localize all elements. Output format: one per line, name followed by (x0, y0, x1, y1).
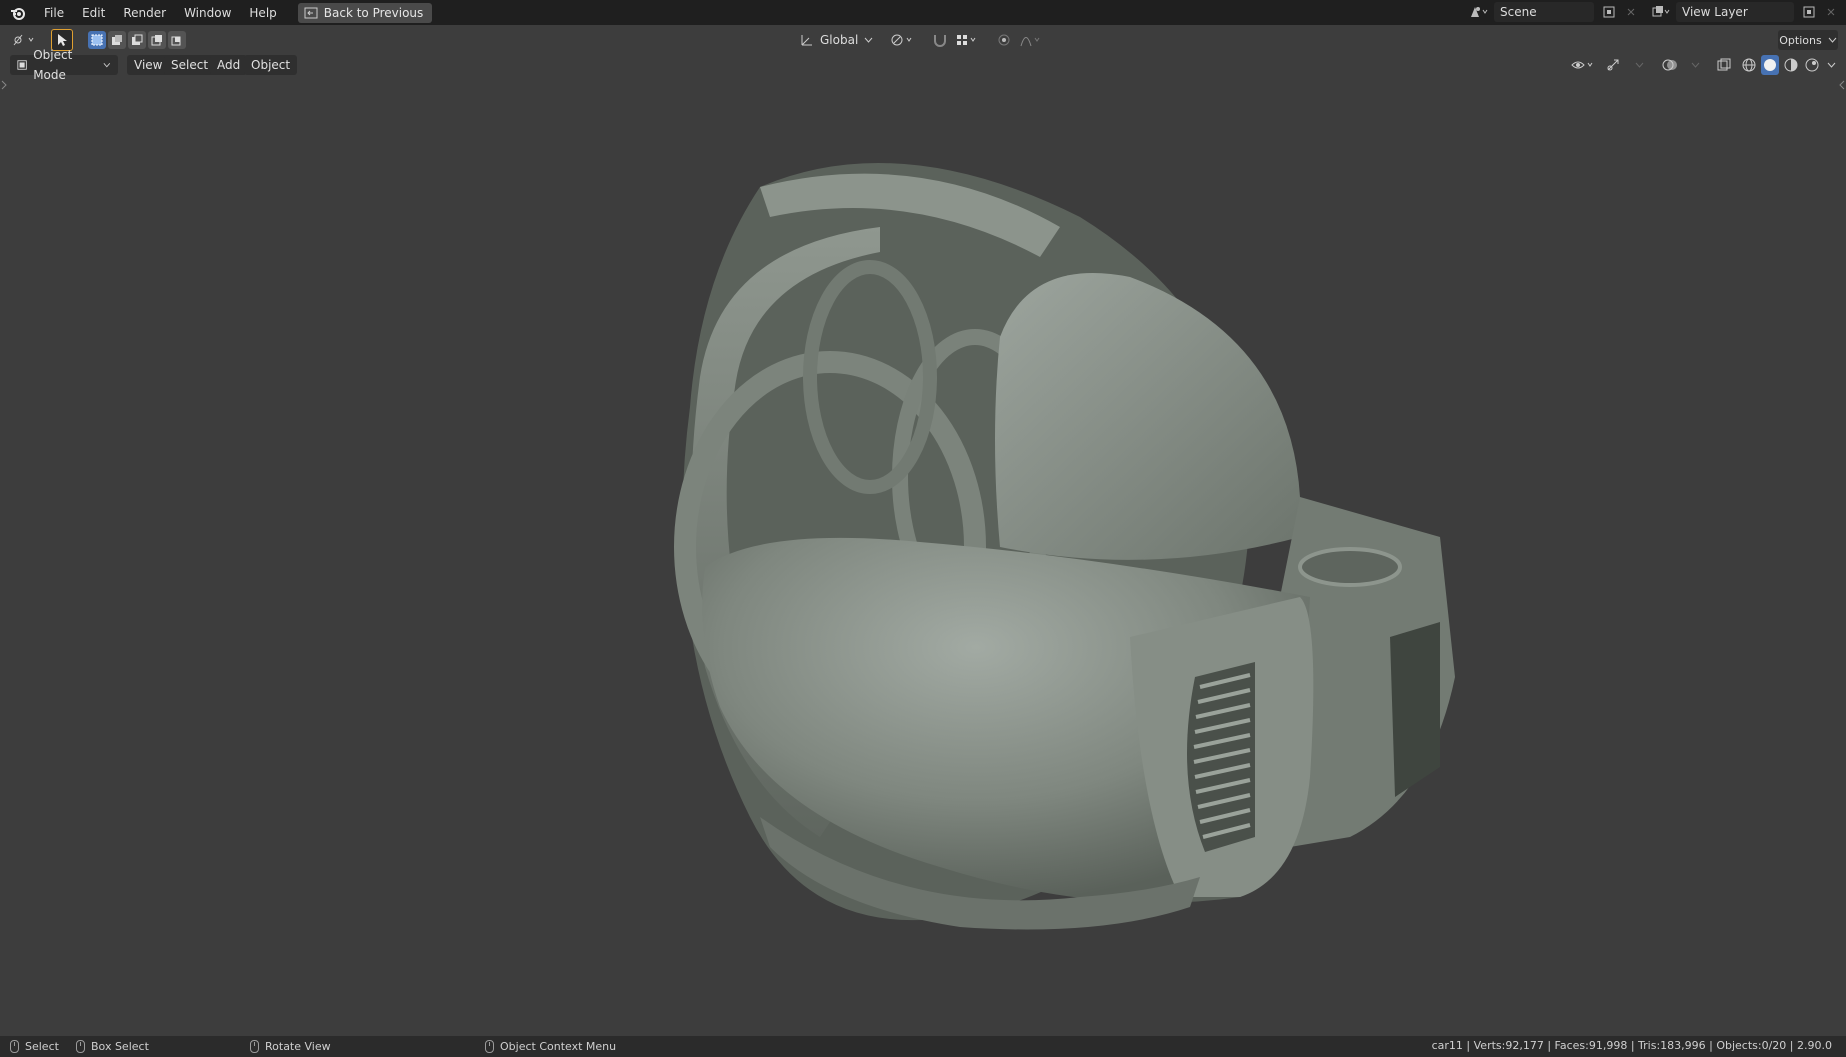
left-mouse-icon (10, 1040, 19, 1053)
status-bar: Select Box Select Rotate View Object Con… (0, 1036, 1846, 1057)
chevron-down-icon (864, 37, 873, 43)
chevron-down-icon (1828, 37, 1837, 43)
mode-selector-dropdown[interactable]: Object Mode (10, 48, 118, 82)
status-context-menu: Object Context Menu (485, 1039, 616, 1054)
menu-edit[interactable]: Edit (73, 2, 114, 24)
scene-selector-icon[interactable] (1468, 2, 1490, 22)
delete-scene-icon[interactable] (1624, 2, 1638, 22)
shading-options-dropdown-icon[interactable] (1824, 55, 1838, 75)
menu-object[interactable]: Object (244, 55, 298, 75)
menu-render[interactable]: Render (114, 2, 175, 24)
scene-name-field[interactable]: Scene (1494, 2, 1594, 22)
blender-logo-icon[interactable] (7, 2, 29, 24)
xray-toggle-icon[interactable] (1713, 55, 1735, 75)
middle-mouse-icon (250, 1040, 259, 1053)
status-rotate-view-label: Rotate View (265, 1040, 331, 1053)
transform-orientation-dropdown[interactable]: Global (796, 30, 877, 50)
select-intersect-icon[interactable] (168, 31, 186, 49)
top-menu-bar: File Edit Render Window Help Back to Pre… (0, 0, 1846, 25)
select-subtract-icon[interactable] (128, 31, 146, 49)
menu-help[interactable]: Help (240, 2, 285, 24)
status-box-select-label: Box Select (91, 1040, 149, 1053)
3d-viewport[interactable] (0, 77, 1846, 1036)
snap-target-icon[interactable] (955, 30, 981, 50)
delete-view-layer-icon[interactable] (1824, 2, 1838, 22)
menu-file[interactable]: File (35, 2, 73, 24)
back-button-label: Back to Previous (323, 5, 424, 20)
viewport-shading-controls (1570, 55, 1838, 75)
new-scene-icon[interactable] (1598, 2, 1620, 22)
falloff-curve-icon[interactable] (1019, 30, 1045, 50)
object-visibility-icon[interactable] (1570, 55, 1600, 75)
new-view-layer-icon[interactable] (1798, 2, 1820, 22)
pivot-point-icon[interactable] (889, 30, 919, 50)
view-layer-name-field[interactable]: View Layer (1676, 2, 1794, 22)
viewport-header: Object Mode View Select Add Object (0, 48, 1846, 82)
scene-statistics: car11 | Verts:92,177 | Faces:91,998 | Tr… (1431, 1039, 1832, 1052)
wireframe-shading-icon[interactable] (1740, 55, 1758, 75)
options-label: Options (1779, 33, 1822, 47)
chevron-down-icon (103, 63, 111, 68)
rendered-shading-icon[interactable] (1803, 55, 1821, 75)
gizmo-toggle-icon[interactable] (1603, 55, 1625, 75)
proportional-editing-icon[interactable] (993, 30, 1015, 50)
transform-orientation-label: Global (820, 33, 859, 47)
back-icon (304, 7, 318, 18)
overlays-toggle-icon[interactable] (1659, 55, 1681, 75)
solid-shading-icon[interactable] (1761, 55, 1779, 75)
back-to-previous-button[interactable]: Back to Previous (297, 2, 433, 23)
right-mouse-icon (485, 1040, 494, 1053)
orientation-axes-icon (801, 35, 812, 46)
overlays-dropdown-icon[interactable] (1684, 55, 1706, 75)
car-model[interactable] (0, 77, 1846, 1036)
status-context-menu-label: Object Context Menu (500, 1040, 617, 1053)
menu-add[interactable]: Add (210, 55, 248, 75)
select-invert-icon[interactable] (148, 31, 166, 49)
menu-window[interactable]: Window (175, 2, 240, 24)
selection-mode-group (88, 31, 186, 49)
gizmo-dropdown-icon[interactable] (1628, 55, 1650, 75)
status-select-label: Select (25, 1040, 59, 1053)
material-preview-shading-icon[interactable] (1782, 55, 1800, 75)
tool-settings-bar: Global Options (0, 27, 1846, 53)
menu-select[interactable]: Select (164, 55, 216, 75)
object-mode-icon (17, 60, 27, 70)
status-select: Select (10, 1039, 59, 1054)
view-layer-selector-icon[interactable] (1650, 2, 1672, 22)
drag-mouse-icon (76, 1040, 85, 1053)
status-box-select: Box Select (76, 1039, 149, 1054)
select-extend-icon[interactable] (108, 31, 126, 49)
status-rotate-view: Rotate View (250, 1039, 331, 1054)
options-dropdown[interactable]: Options (1778, 30, 1838, 50)
snap-toggle-icon[interactable] (929, 30, 951, 50)
